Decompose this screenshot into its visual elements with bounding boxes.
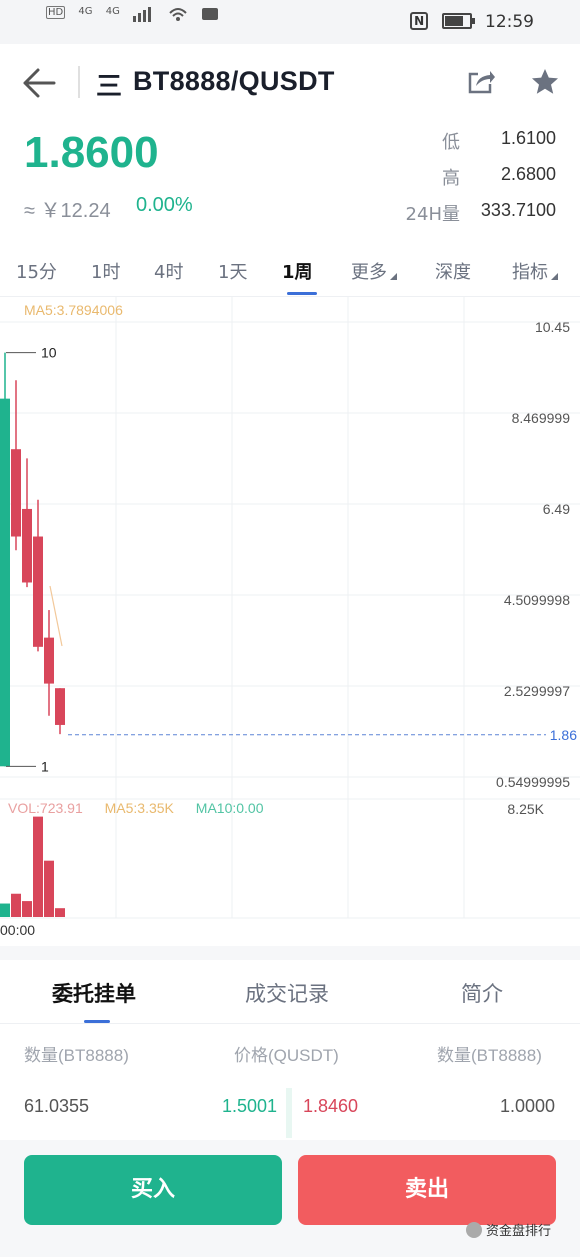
- y-tick-label: 8.469999: [512, 410, 571, 426]
- high-label: 高: [442, 168, 460, 189]
- volume-bar: [44, 860, 54, 917]
- candle-body: [11, 449, 21, 537]
- candlestick-chart[interactable]: 10.45 8.469999 6.49 4.5099998 2.5299997 0.549…: [0, 296, 580, 946]
- tab-depth[interactable]: 深度: [435, 258, 471, 284]
- buy-button[interactable]: 买入: [24, 1155, 282, 1225]
- network-label-2: 4G: [105, 6, 120, 17]
- active-tab-underline: [287, 292, 317, 295]
- ma5-label: MA5:3.7894006: [24, 302, 123, 318]
- volume-legend: VOL:723.91 MA5:3.35K MA10:0.00: [8, 800, 282, 816]
- wechat-icon: [466, 1222, 482, 1238]
- tab-4h[interactable]: 4时: [154, 258, 183, 284]
- volume-bar: [33, 816, 43, 917]
- candle-body: [33, 536, 43, 647]
- tab-indicator-label: 指标: [512, 262, 548, 283]
- tab-intro[interactable]: 简介: [461, 978, 503, 1008]
- min-marker-label: 1: [41, 758, 49, 774]
- tab-1d[interactable]: 1天: [218, 258, 247, 284]
- col-price: 价格(QUSDT): [234, 1046, 339, 1065]
- tab-more[interactable]: 更多: [351, 258, 397, 284]
- y-tick-label: 2.5299997: [504, 683, 570, 699]
- ask-price: 1.8460: [303, 1096, 359, 1116]
- signal-icon: [133, 6, 155, 25]
- candle-body: [55, 688, 65, 725]
- bid-amount: 61.0355: [24, 1096, 90, 1116]
- volume-max-tick: 8.25K: [507, 801, 544, 817]
- dropdown-triangle-icon: [551, 273, 558, 280]
- menu-icon[interactable]: 三: [96, 66, 122, 103]
- y-tick-label: 10.45: [535, 319, 570, 335]
- order-book-row[interactable]: 61.0355 1.5001 1.8460 1.0000: [0, 1088, 580, 1138]
- tab-15m[interactable]: 15分: [16, 258, 57, 284]
- volume-bar: [55, 908, 65, 917]
- favorite-star-icon[interactable]: [529, 66, 561, 98]
- volume-24h-value: 333.7100: [480, 200, 556, 220]
- bid-price: 1.5001: [222, 1096, 278, 1116]
- status-right: N 12:59: [410, 12, 534, 32]
- pair-title[interactable]: BT8888/QUSDT: [133, 66, 335, 97]
- col-amount-left: 数量(BT8888): [24, 1046, 129, 1065]
- back-arrow-icon[interactable]: [20, 64, 60, 102]
- ask-amount: 1.0000: [500, 1096, 556, 1116]
- y-tick-label: 4.5099998: [504, 592, 570, 608]
- vol-ma10-label: MA10:0.00: [195, 800, 264, 816]
- sell-button[interactable]: 卖出: [298, 1155, 556, 1225]
- tab-trades[interactable]: 成交记录: [245, 978, 329, 1008]
- period-tabs: 15分 1时 4时 1天 1周 更多 深度 指标: [0, 244, 580, 297]
- tab-orders[interactable]: 委托挂单: [52, 978, 136, 1008]
- status-indicators: HD 4G 4G: [46, 6, 219, 25]
- x-axis-label: 00:00: [0, 922, 36, 938]
- tab-indicator[interactable]: 指标: [512, 258, 558, 284]
- header-divider: [78, 66, 80, 98]
- high-value: 2.6800: [500, 164, 556, 184]
- low-label: 低: [442, 132, 460, 153]
- tab-1w[interactable]: 1周: [282, 258, 313, 284]
- col-amount-right: 数量(BT8888): [437, 1046, 542, 1065]
- watermark: 资金盘排行: [466, 1220, 551, 1239]
- wifi-icon: [168, 6, 188, 25]
- last-price: 1.8600: [24, 128, 159, 177]
- volume-bar: [11, 893, 21, 917]
- status-time: 12:59: [485, 12, 534, 32]
- nfc-icon: N: [410, 12, 429, 30]
- vol-label: VOL:723.91: [8, 800, 83, 816]
- candle-body: [22, 508, 32, 583]
- approx-cny-value: ≈ ￥12.24: [24, 200, 111, 222]
- y-tick-label: 0.54999995: [496, 774, 570, 790]
- tab-more-label: 更多: [351, 262, 387, 283]
- hd-label: HD: [46, 6, 66, 19]
- tab-1h[interactable]: 1时: [91, 258, 120, 284]
- change-percent: 0.00%: [136, 194, 193, 216]
- y-tick-label: 6.49: [543, 501, 570, 517]
- watermark-text: 资金盘排行: [486, 1224, 552, 1239]
- network-label-1: 4G: [78, 6, 93, 17]
- current-price-label: 1.86: [550, 727, 577, 743]
- dropdown-triangle-icon: [390, 273, 397, 280]
- vol-ma5-label: MA5:3.35K: [104, 800, 174, 816]
- max-marker-label: 10: [41, 345, 57, 361]
- candle-body: [44, 637, 54, 684]
- low-value: 1.6100: [500, 128, 556, 148]
- battery-icon: [441, 13, 475, 29]
- share-icon[interactable]: [466, 66, 496, 96]
- volume-bar: [22, 901, 32, 917]
- volume-24h-label: 24H量: [405, 204, 460, 225]
- volume-bar: [0, 903, 10, 917]
- bid-depth-bar: [286, 1088, 292, 1138]
- message-icon: [201, 6, 219, 25]
- candle-body: [0, 398, 10, 767]
- section-separator: [0, 946, 580, 960]
- tabs-divider: [0, 1023, 580, 1024]
